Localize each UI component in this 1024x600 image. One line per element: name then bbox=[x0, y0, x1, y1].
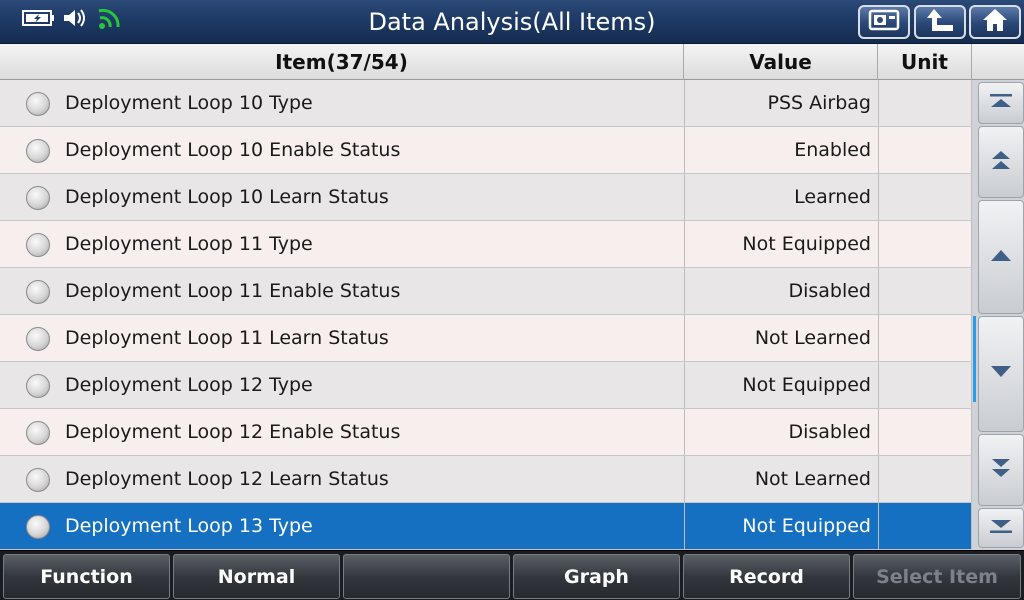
scroll-position-indicator[interactable] bbox=[973, 316, 976, 402]
column-header-unit: Unit bbox=[878, 44, 972, 80]
item-value: Not Equipped bbox=[684, 503, 878, 549]
radio-button[interactable] bbox=[26, 421, 50, 445]
record-button[interactable]: Record bbox=[683, 554, 850, 599]
item-name: Deployment Loop 10 Enable Status bbox=[65, 139, 401, 161]
back-button[interactable] bbox=[914, 5, 966, 39]
scroll-to-top-icon bbox=[988, 92, 1014, 114]
select-item-button[interactable]: Select Item bbox=[853, 554, 1021, 599]
radio-button[interactable] bbox=[26, 374, 50, 398]
column-header-value: Value bbox=[684, 44, 878, 80]
item-unit bbox=[878, 315, 972, 361]
line-up-icon bbox=[989, 247, 1013, 267]
line-up-button[interactable] bbox=[978, 200, 1024, 314]
page-down-icon bbox=[988, 455, 1014, 485]
table-row[interactable]: Deployment Loop 10 Type PSS Airbag bbox=[0, 80, 972, 127]
radio-button[interactable] bbox=[26, 139, 50, 163]
table-header: Item(37/54) Value Unit bbox=[0, 44, 1024, 80]
item-value: Not Equipped bbox=[684, 221, 878, 267]
item-unit bbox=[878, 127, 972, 173]
item-name: Deployment Loop 11 Learn Status bbox=[65, 327, 389, 349]
item-unit bbox=[878, 268, 972, 314]
item-value: Not Learned bbox=[684, 315, 878, 361]
item-name: Deployment Loop 12 Learn Status bbox=[65, 468, 389, 490]
item-value: Not Learned bbox=[684, 456, 878, 502]
page-down-button[interactable] bbox=[978, 434, 1024, 506]
table-row[interactable]: Deployment Loop 12 Learn Status Not Lear… bbox=[0, 456, 972, 503]
table-row[interactable]: Deployment Loop 11 Type Not Equipped bbox=[0, 221, 972, 268]
table-row[interactable]: Deployment Loop 10 Enable Status Enabled bbox=[0, 127, 972, 174]
function-button[interactable]: Function bbox=[3, 554, 170, 599]
radio-button[interactable] bbox=[26, 186, 50, 210]
column-header-item: Item(37/54) bbox=[0, 44, 684, 80]
screenshot-button[interactable] bbox=[858, 5, 910, 39]
item-name: Deployment Loop 13 Type bbox=[65, 515, 313, 537]
item-value: Disabled bbox=[684, 409, 878, 455]
scroll-to-top-button[interactable] bbox=[978, 82, 1024, 124]
item-value: Learned bbox=[684, 174, 878, 220]
radio-button[interactable] bbox=[26, 280, 50, 304]
item-unit bbox=[878, 174, 972, 220]
empty-button[interactable] bbox=[343, 554, 510, 599]
column-header-scroll bbox=[972, 44, 1024, 80]
radio-button[interactable] bbox=[26, 92, 50, 116]
radio-button[interactable] bbox=[26, 327, 50, 351]
item-name: Deployment Loop 12 Enable Status bbox=[65, 421, 401, 443]
item-unit bbox=[878, 503, 972, 549]
item-name: Deployment Loop 11 Type bbox=[65, 233, 313, 255]
item-unit bbox=[878, 456, 972, 502]
item-value: Enabled bbox=[684, 127, 878, 173]
item-unit bbox=[878, 80, 972, 126]
table-row[interactable]: Deployment Loop 11 Enable Status Disable… bbox=[0, 268, 972, 315]
radio-button[interactable] bbox=[26, 468, 50, 492]
table-row-selected[interactable]: Deployment Loop 13 Type Not Equipped bbox=[0, 503, 972, 550]
item-unit bbox=[878, 221, 972, 267]
table-row[interactable]: Deployment Loop 11 Learn Status Not Lear… bbox=[0, 315, 972, 362]
page-up-icon bbox=[988, 147, 1014, 177]
item-name: Deployment Loop 10 Type bbox=[65, 92, 313, 114]
item-unit bbox=[878, 362, 972, 408]
data-table: Deployment Loop 10 Type PSS Airbag Deplo… bbox=[0, 80, 972, 550]
normal-button[interactable]: Normal bbox=[173, 554, 340, 599]
title-bar: Data Analysis(All Items) bbox=[0, 0, 1024, 44]
back-arrow-icon bbox=[925, 7, 955, 37]
line-down-button[interactable] bbox=[978, 316, 1024, 432]
table-row[interactable]: Deployment Loop 12 Type Not Equipped bbox=[0, 362, 972, 409]
item-unit bbox=[878, 409, 972, 455]
item-name: Deployment Loop 10 Learn Status bbox=[65, 186, 389, 208]
line-down-icon bbox=[989, 364, 1013, 384]
home-button[interactable] bbox=[969, 5, 1021, 39]
radio-button[interactable] bbox=[26, 515, 50, 539]
scroll-to-bottom-icon bbox=[988, 517, 1014, 539]
item-value: Disabled bbox=[684, 268, 878, 314]
item-name: Deployment Loop 12 Type bbox=[65, 374, 313, 396]
screenshot-icon bbox=[868, 8, 900, 36]
table-row[interactable]: Deployment Loop 12 Enable Status Disable… bbox=[0, 409, 972, 456]
radio-button[interactable] bbox=[26, 233, 50, 257]
graph-button[interactable]: Graph bbox=[513, 554, 680, 599]
scroll-to-bottom-button[interactable] bbox=[978, 508, 1024, 548]
table-row[interactable]: Deployment Loop 10 Learn Status Learned bbox=[0, 174, 972, 221]
home-icon bbox=[981, 7, 1009, 37]
item-value: Not Equipped bbox=[684, 362, 878, 408]
scroll-controls bbox=[972, 80, 1024, 550]
function-bar: Function Normal Graph Record Select Item bbox=[0, 550, 1024, 600]
item-name: Deployment Loop 11 Enable Status bbox=[65, 280, 401, 302]
item-value: PSS Airbag bbox=[684, 80, 878, 126]
page-up-button[interactable] bbox=[978, 126, 1024, 198]
